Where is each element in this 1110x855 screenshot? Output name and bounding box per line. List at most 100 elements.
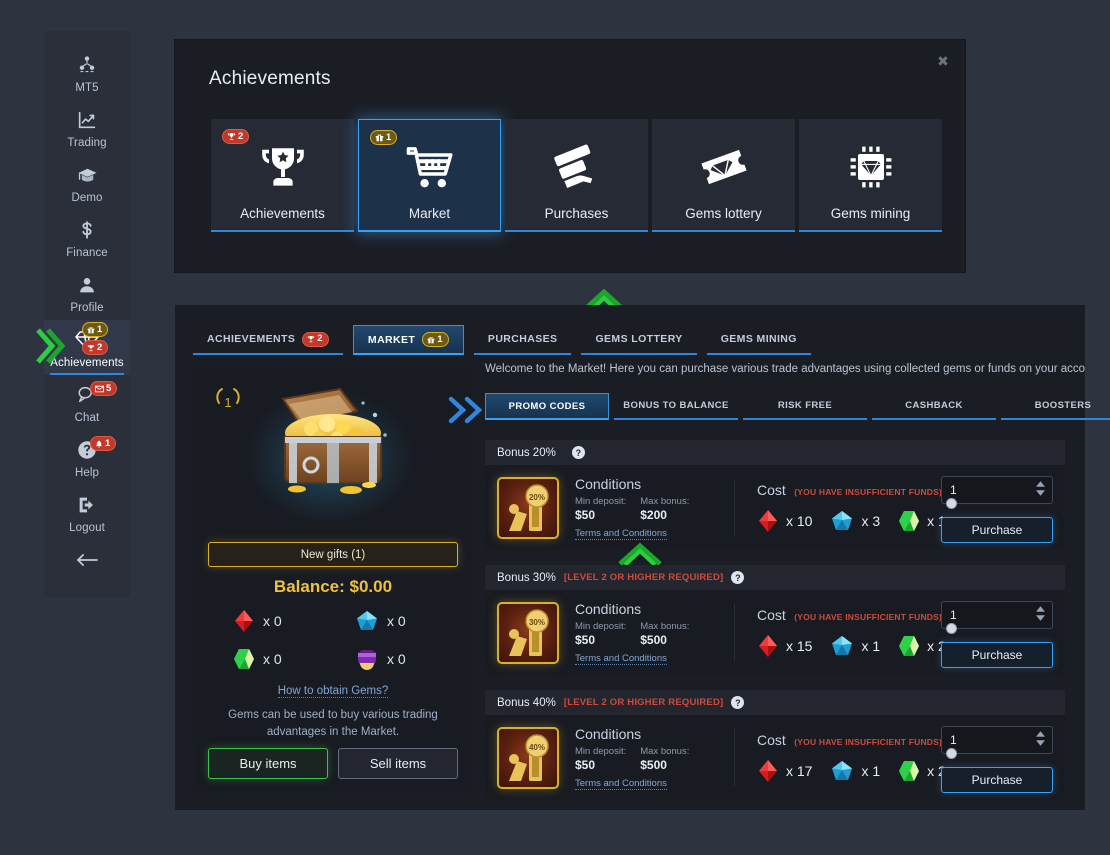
left-panel-actions: Buy items Sell items	[208, 748, 458, 779]
bonus-body: 30% Conditions Min deposit: $50 Max bonu…	[485, 590, 1065, 675]
sidebar-collapse-button[interactable]	[44, 540, 130, 579]
cost-gem-sapphire: x 1	[830, 759, 880, 783]
modal-card-purchases[interactable]: Purchases	[505, 119, 648, 232]
how-to-obtain-gems-label: How to obtain Gems?	[277, 685, 389, 698]
green-pointer-icon	[36, 328, 66, 364]
bonus-requirement: [LEVEL 2 OR HIGHER REQUIRED]	[563, 572, 724, 583]
quantity-stepper[interactable]: 1	[941, 601, 1053, 634]
sidebar-item-help[interactable]: 1 Help	[44, 430, 130, 485]
new-gifts-button[interactable]: New gifts (1)	[208, 542, 458, 567]
subtab-bonus-to-balance[interactable]: BONUS TO BALANCE	[614, 393, 738, 420]
help-icon[interactable]: ?	[571, 446, 585, 459]
sidebar-item-mt5[interactable]: MT5	[44, 45, 130, 100]
subtab-cashback[interactable]: CASHBACK	[872, 393, 996, 420]
chevron-up-icon[interactable]	[1036, 606, 1045, 612]
quantity-stepper[interactable]: 1	[941, 476, 1053, 509]
sidebar-item-profile[interactable]: Profile	[44, 265, 130, 320]
chevron-down-icon[interactable]	[1036, 490, 1045, 496]
gem-count: x 0	[387, 651, 406, 667]
gift-icon	[427, 336, 435, 343]
sidebar-item-label: Trading	[67, 137, 107, 149]
gem-inventory-item-ruby: x 0	[211, 609, 333, 633]
ruby-gem-icon	[759, 760, 777, 782]
green-pointer-icon	[618, 542, 662, 567]
cost-gem-ruby: x 10	[757, 509, 812, 533]
purchase-button[interactable]: Purchase	[941, 517, 1053, 543]
quantity-slider-handle[interactable]	[946, 623, 957, 634]
terms-and-conditions-link[interactable]: Terms and Conditions	[575, 653, 720, 665]
max-bonus-label: Max bonus:	[640, 496, 690, 507]
chevron-down-icon[interactable]	[1036, 615, 1045, 621]
modal-card-achievements[interactable]: 2 Achievements	[211, 119, 354, 232]
terms-and-conditions-link[interactable]: Terms and Conditions	[575, 528, 720, 540]
sidebar-item-trading[interactable]: Trading	[44, 100, 130, 155]
emerald-gem-icon	[899, 761, 920, 781]
chip-diamond-icon	[799, 143, 942, 191]
spinner-arrows-icon[interactable]	[1036, 606, 1045, 621]
sidebar-item-finance[interactable]: Finance	[44, 210, 130, 265]
modal-card-gems-lottery[interactable]: Gems lottery	[652, 119, 795, 232]
tab-market[interactable]: MARKET 1	[352, 325, 464, 355]
dollar-icon	[76, 217, 98, 243]
balance-value: Balance: $0.00	[273, 577, 393, 596]
help-icon[interactable]: ?	[731, 571, 745, 584]
tab-purchases[interactable]: PURCHASES	[473, 325, 572, 355]
gems-summary-column: 1 New gifts (1) Balance: $0.00 x 0 x 0 x…	[193, 369, 473, 793]
purchase-button[interactable]: Purchase	[941, 642, 1053, 668]
bonus-title: Bonus 20%	[497, 446, 556, 459]
quantity-slider-handle[interactable]	[946, 498, 957, 509]
tab-achievements[interactable]: ACHIEVEMENTS 2	[193, 325, 343, 355]
bonus-cost: Cost (YOU HAVE INSUFFICIENT FUNDS) x 10	[757, 482, 946, 533]
quantity-stepper[interactable]: 1	[941, 726, 1053, 759]
min-deposit-label: Min deposit:	[575, 746, 627, 757]
subtab-risk-free[interactable]: RISK FREE	[743, 393, 867, 420]
modal-card-market[interactable]: 1 Market	[358, 119, 501, 232]
level-value: 1	[224, 394, 232, 410]
terms-label: Terms and Conditions	[575, 528, 667, 540]
tab-gems-lottery[interactable]: GEMS LOTTERY	[581, 325, 697, 355]
sidebar-item-demo[interactable]: Demo	[44, 155, 130, 210]
market-panel: ACHIEVEMENTS 2 MARKET 1 PURCHASES GEMS L…	[175, 305, 1110, 810]
sidebar-item-chat[interactable]: 5 Chat	[44, 375, 130, 430]
terms-label: Terms and Conditions	[575, 778, 667, 790]
divider	[734, 604, 735, 661]
max-bonus-value: $500	[640, 758, 667, 772]
bonus-cost: Cost (YOU HAVE INSUFFICIENT FUNDS) x 15	[757, 607, 946, 658]
badge-trophy-count: 2	[222, 129, 250, 144]
tab-label: MARKET	[367, 333, 416, 346]
chevron-down-icon[interactable]	[1036, 740, 1045, 746]
tab-gems-mining[interactable]: GEMS MINING	[706, 325, 811, 355]
purchase-controls: 1 Purchase	[941, 476, 1053, 543]
modal-card-gems-mining[interactable]: Gems mining	[799, 119, 942, 232]
badge-trophy-count: 2	[302, 331, 329, 347]
chevron-right-icon[interactable]	[463, 395, 485, 425]
purchase-button[interactable]: Purchase	[941, 767, 1053, 793]
chevron-up-icon[interactable]	[1036, 481, 1045, 487]
subtab-boosters[interactable]: BOOSTERS	[1001, 393, 1110, 420]
sidebar: MT5 Trading Demo Finance Profile 1 2 Ach…	[36, 31, 130, 597]
how-to-obtain-gems-link[interactable]: How to obtain Gems?	[193, 685, 473, 698]
quantity-value: 1	[950, 608, 957, 622]
buy-items-button[interactable]: Buy items	[208, 748, 328, 779]
promo-code-product-image: 20%	[497, 476, 559, 539]
sidebar-item-logout[interactable]: Logout	[44, 485, 130, 540]
quantity-slider-handle[interactable]	[946, 748, 957, 759]
sidebar-item-achievements[interactable]: 1 2 Achievements	[36, 320, 130, 375]
sidebar-item-label: Demo	[71, 192, 103, 204]
sell-items-button[interactable]: Sell items	[338, 748, 458, 779]
cost-gem-emerald: x 2	[898, 634, 946, 658]
badge-text: 2	[317, 333, 323, 345]
badge-text: 1	[105, 437, 111, 449]
badge-mail-count: 5	[90, 381, 118, 396]
help-icon[interactable]: ?	[731, 696, 745, 709]
badge-gift-count: 1	[370, 130, 398, 145]
conditions-title: Conditions	[575, 726, 642, 742]
spinner-arrows-icon[interactable]	[1036, 731, 1045, 746]
close-icon[interactable]: ✖	[930, 48, 956, 74]
terms-and-conditions-link[interactable]: Terms and Conditions	[575, 778, 720, 790]
max-bonus-label: Max bonus:	[640, 621, 690, 632]
chevron-up-icon[interactable]	[1036, 731, 1045, 737]
subtab-promo-codes[interactable]: PROMO CODES	[485, 393, 609, 420]
spinner-arrows-icon[interactable]	[1036, 481, 1045, 496]
cost-gem-qty: x 15	[786, 638, 813, 654]
